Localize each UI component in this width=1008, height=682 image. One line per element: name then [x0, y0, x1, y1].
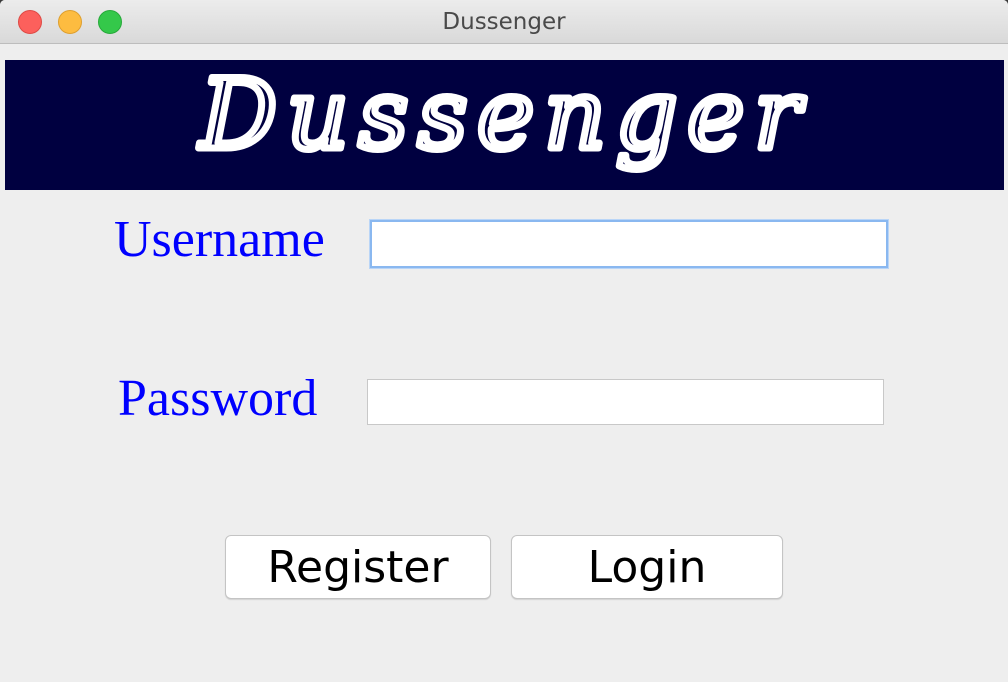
- logo-banner: Dussenger: [5, 60, 1004, 190]
- login-button[interactable]: Login: [511, 535, 783, 599]
- password-label: Password: [118, 370, 318, 427]
- title-bar[interactable]: Dussenger: [0, 0, 1008, 44]
- username-input[interactable]: [370, 220, 888, 268]
- register-button[interactable]: Register: [225, 535, 491, 599]
- username-label: Username: [114, 211, 325, 268]
- app-window: Dussenger Dussenger Username Password Re…: [0, 0, 1008, 682]
- logo-image: Dussenger: [194, 60, 810, 175]
- window-title: Dussenger: [442, 9, 566, 35]
- logo-text: Dussenger: [198, 60, 810, 171]
- password-input[interactable]: [367, 379, 884, 425]
